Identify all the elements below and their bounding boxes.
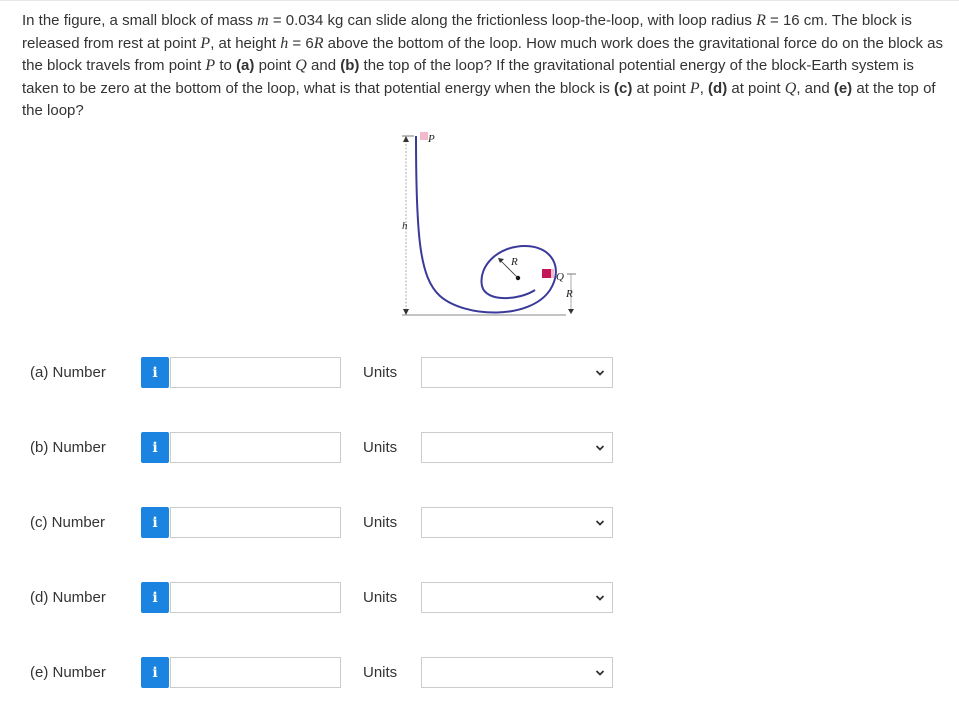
q-var: R xyxy=(756,12,766,29)
radius-arrow-icon xyxy=(498,258,504,263)
units-select[interactable] xyxy=(421,432,613,463)
part-label: (b) Number xyxy=(30,439,106,456)
number-input[interactable] xyxy=(170,357,341,388)
answer-row-c: (c) Number i Units xyxy=(0,506,959,540)
answer-row-b: (b) Number i Units xyxy=(0,431,959,465)
units-label: Units xyxy=(363,664,398,681)
q-part-tag: (c) xyxy=(614,79,633,97)
chevron-down-icon xyxy=(595,445,605,451)
units-select[interactable] xyxy=(421,582,613,613)
info-icon[interactable]: i xyxy=(141,657,169,688)
label-q: Q xyxy=(556,271,564,283)
label-h: h xyxy=(402,220,408,232)
q-var: P xyxy=(689,79,700,97)
part-label: (e) Number xyxy=(30,664,106,681)
loop-the-loop-figure: h P R Q R xyxy=(380,128,600,323)
q-text: to xyxy=(215,57,237,74)
q-text: = 0.034 kg can slide along the frictionl… xyxy=(268,12,757,29)
units-label: Units xyxy=(363,364,398,381)
q-part-tag: (e) xyxy=(833,79,853,97)
r-side-arrow-icon xyxy=(568,309,574,314)
part-label: (a) Number xyxy=(30,364,106,381)
h-arrow-top-icon xyxy=(403,136,409,142)
q-text: point xyxy=(254,57,296,74)
loop-track xyxy=(415,135,557,314)
q-var: Q xyxy=(295,57,307,74)
question-text: In the figure, a small block of mass m =… xyxy=(22,10,947,123)
units-select[interactable] xyxy=(421,507,613,538)
q-text: , xyxy=(699,79,709,97)
block-at-q xyxy=(542,269,551,278)
q-var: Q xyxy=(784,79,797,97)
number-input[interactable] xyxy=(170,507,341,538)
units-label: Units xyxy=(363,514,398,531)
label-r-loop: R xyxy=(510,256,518,268)
q-text: , at height xyxy=(210,34,281,52)
info-icon[interactable]: i xyxy=(141,507,169,538)
top-divider xyxy=(0,0,959,1)
q-text: and xyxy=(306,57,341,74)
chevron-down-icon xyxy=(595,595,605,601)
q-text: at point xyxy=(632,79,690,97)
units-select[interactable] xyxy=(421,357,613,388)
answer-row-d: (d) Number i Units xyxy=(0,581,959,615)
q-text: In the figure, a small block of mass xyxy=(22,12,258,29)
part-label: (d) Number xyxy=(30,589,106,606)
q-text: at point xyxy=(727,79,785,97)
h-arrow-bottom-icon xyxy=(403,309,409,315)
units-label: Units xyxy=(363,589,398,606)
part-label: (c) Number xyxy=(30,514,106,531)
number-input[interactable] xyxy=(170,582,341,613)
info-icon[interactable]: i xyxy=(141,432,169,463)
answer-row-e: (e) Number i Units xyxy=(0,656,959,690)
q-text: , and xyxy=(796,79,834,97)
q-text: = 6 xyxy=(288,34,314,52)
units-label: Units xyxy=(363,439,398,456)
figure-svg: h P R Q R xyxy=(402,132,576,316)
label-r-side: R xyxy=(565,288,573,300)
number-input[interactable] xyxy=(170,432,341,463)
q-part-tag: (a) xyxy=(236,57,255,74)
block-q-shadow xyxy=(551,269,554,278)
number-input[interactable] xyxy=(170,657,341,688)
chevron-down-icon xyxy=(595,370,605,376)
chevron-down-icon xyxy=(595,670,605,676)
info-icon[interactable]: i xyxy=(141,357,169,388)
info-icon[interactable]: i xyxy=(141,582,169,613)
units-select[interactable] xyxy=(421,657,613,688)
q-var: m xyxy=(257,12,269,29)
chevron-down-icon xyxy=(595,520,605,526)
q-var: P xyxy=(200,34,211,52)
answer-row-a: (a) Number i Units xyxy=(0,356,959,390)
label-p: P xyxy=(427,133,435,145)
block-at-p xyxy=(420,132,428,140)
q-part-tag: (b) xyxy=(340,57,360,74)
q-part-tag: (d) xyxy=(708,79,728,97)
q-var: P xyxy=(205,57,216,74)
